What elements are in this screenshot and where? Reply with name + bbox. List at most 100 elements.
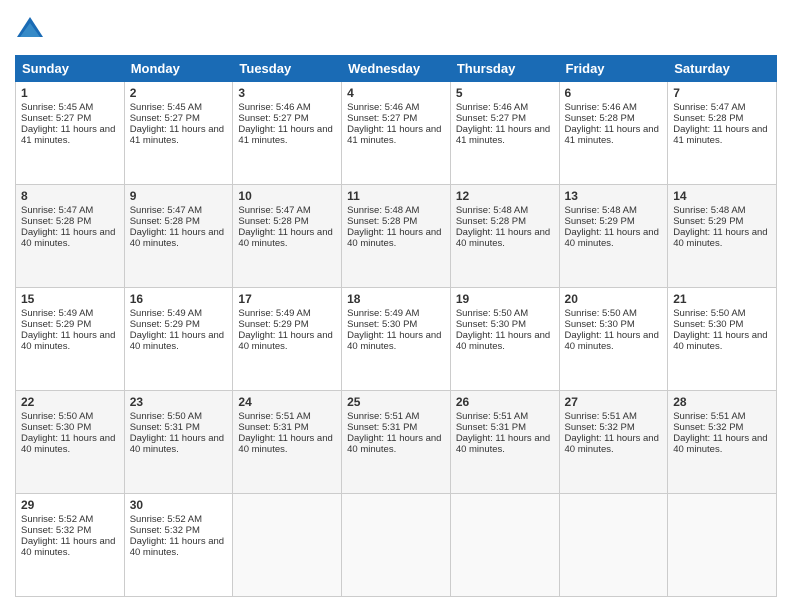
- page: SundayMondayTuesdayWednesdayThursdayFrid…: [0, 0, 792, 612]
- calendar-cell: 22 Sunrise: 5:50 AM Sunset: 5:30 PM Dayl…: [16, 391, 125, 494]
- sunset-label: Sunset: 5:32 PM: [673, 422, 743, 433]
- daylight-label: Daylight: 11 hours and 40 minutes.: [21, 433, 115, 455]
- daylight-label: Daylight: 11 hours and 41 minutes.: [456, 124, 550, 146]
- daylight-label: Daylight: 11 hours and 40 minutes.: [130, 227, 224, 249]
- sunrise-label: Sunrise: 5:45 AM: [130, 102, 202, 113]
- day-number: 10: [238, 189, 336, 203]
- weekday-header-saturday: Saturday: [668, 56, 777, 82]
- sunset-label: Sunset: 5:31 PM: [347, 422, 417, 433]
- sunset-label: Sunset: 5:28 PM: [130, 216, 200, 227]
- daylight-label: Daylight: 11 hours and 40 minutes.: [130, 536, 224, 558]
- sunrise-label: Sunrise: 5:52 AM: [130, 514, 202, 525]
- day-number: 16: [130, 292, 228, 306]
- calendar-cell: 16 Sunrise: 5:49 AM Sunset: 5:29 PM Dayl…: [124, 288, 233, 391]
- sunset-label: Sunset: 5:29 PM: [130, 319, 200, 330]
- day-number: 5: [456, 86, 554, 100]
- sunset-label: Sunset: 5:32 PM: [130, 525, 200, 536]
- calendar-cell: 8 Sunrise: 5:47 AM Sunset: 5:28 PM Dayli…: [16, 185, 125, 288]
- calendar-cell: 27 Sunrise: 5:51 AM Sunset: 5:32 PM Dayl…: [559, 391, 668, 494]
- daylight-label: Daylight: 11 hours and 40 minutes.: [456, 227, 550, 249]
- sunrise-label: Sunrise: 5:46 AM: [456, 102, 528, 113]
- sunset-label: Sunset: 5:30 PM: [21, 422, 91, 433]
- day-number: 12: [456, 189, 554, 203]
- weekday-header-friday: Friday: [559, 56, 668, 82]
- day-number: 30: [130, 498, 228, 512]
- calendar-cell: [559, 494, 668, 597]
- weekday-header-monday: Monday: [124, 56, 233, 82]
- daylight-label: Daylight: 11 hours and 40 minutes.: [456, 433, 550, 455]
- calendar-cell: 20 Sunrise: 5:50 AM Sunset: 5:30 PM Dayl…: [559, 288, 668, 391]
- sunset-label: Sunset: 5:31 PM: [238, 422, 308, 433]
- day-number: 1: [21, 86, 119, 100]
- day-number: 2: [130, 86, 228, 100]
- day-number: 20: [565, 292, 663, 306]
- day-number: 11: [347, 189, 445, 203]
- day-number: 3: [238, 86, 336, 100]
- day-number: 17: [238, 292, 336, 306]
- weekday-header-thursday: Thursday: [450, 56, 559, 82]
- sunrise-label: Sunrise: 5:46 AM: [347, 102, 419, 113]
- sunrise-label: Sunrise: 5:48 AM: [456, 205, 528, 216]
- calendar-cell: 18 Sunrise: 5:49 AM Sunset: 5:30 PM Dayl…: [342, 288, 451, 391]
- daylight-label: Daylight: 11 hours and 40 minutes.: [238, 330, 332, 352]
- day-number: 19: [456, 292, 554, 306]
- day-number: 18: [347, 292, 445, 306]
- weekday-header-tuesday: Tuesday: [233, 56, 342, 82]
- calendar-cell: 12 Sunrise: 5:48 AM Sunset: 5:28 PM Dayl…: [450, 185, 559, 288]
- daylight-label: Daylight: 11 hours and 40 minutes.: [673, 227, 767, 249]
- daylight-label: Daylight: 11 hours and 41 minutes.: [673, 124, 767, 146]
- sunset-label: Sunset: 5:27 PM: [21, 113, 91, 124]
- daylight-label: Daylight: 11 hours and 40 minutes.: [130, 330, 224, 352]
- day-number: 8: [21, 189, 119, 203]
- daylight-label: Daylight: 11 hours and 40 minutes.: [565, 330, 659, 352]
- daylight-label: Daylight: 11 hours and 40 minutes.: [347, 330, 441, 352]
- sunset-label: Sunset: 5:28 PM: [347, 216, 417, 227]
- sunrise-label: Sunrise: 5:47 AM: [21, 205, 93, 216]
- header: [15, 15, 777, 45]
- sunrise-label: Sunrise: 5:50 AM: [130, 411, 202, 422]
- day-number: 22: [21, 395, 119, 409]
- sunset-label: Sunset: 5:30 PM: [673, 319, 743, 330]
- daylight-label: Daylight: 11 hours and 40 minutes.: [565, 227, 659, 249]
- day-number: 28: [673, 395, 771, 409]
- sunrise-label: Sunrise: 5:49 AM: [130, 308, 202, 319]
- daylight-label: Daylight: 11 hours and 41 minutes.: [565, 124, 659, 146]
- day-number: 13: [565, 189, 663, 203]
- daylight-label: Daylight: 11 hours and 40 minutes.: [21, 536, 115, 558]
- weekday-header-sunday: Sunday: [16, 56, 125, 82]
- calendar-week-4: 22 Sunrise: 5:50 AM Sunset: 5:30 PM Dayl…: [16, 391, 777, 494]
- calendar-cell: 7 Sunrise: 5:47 AM Sunset: 5:28 PM Dayli…: [668, 82, 777, 185]
- calendar-cell: 24 Sunrise: 5:51 AM Sunset: 5:31 PM Dayl…: [233, 391, 342, 494]
- sunset-label: Sunset: 5:31 PM: [130, 422, 200, 433]
- calendar-cell: 14 Sunrise: 5:48 AM Sunset: 5:29 PM Dayl…: [668, 185, 777, 288]
- calendar-cell: 13 Sunrise: 5:48 AM Sunset: 5:29 PM Dayl…: [559, 185, 668, 288]
- daylight-label: Daylight: 11 hours and 40 minutes.: [347, 433, 441, 455]
- sunset-label: Sunset: 5:28 PM: [238, 216, 308, 227]
- calendar-cell: 28 Sunrise: 5:51 AM Sunset: 5:32 PM Dayl…: [668, 391, 777, 494]
- daylight-label: Daylight: 11 hours and 40 minutes.: [673, 433, 767, 455]
- calendar-cell: [668, 494, 777, 597]
- sunset-label: Sunset: 5:30 PM: [347, 319, 417, 330]
- daylight-label: Daylight: 11 hours and 41 minutes.: [130, 124, 224, 146]
- calendar-cell: 11 Sunrise: 5:48 AM Sunset: 5:28 PM Dayl…: [342, 185, 451, 288]
- weekday-header-row: SundayMondayTuesdayWednesdayThursdayFrid…: [16, 56, 777, 82]
- calendar-cell: 10 Sunrise: 5:47 AM Sunset: 5:28 PM Dayl…: [233, 185, 342, 288]
- sunset-label: Sunset: 5:28 PM: [673, 113, 743, 124]
- calendar-cell: 3 Sunrise: 5:46 AM Sunset: 5:27 PM Dayli…: [233, 82, 342, 185]
- calendar-cell: 29 Sunrise: 5:52 AM Sunset: 5:32 PM Dayl…: [16, 494, 125, 597]
- sunset-label: Sunset: 5:30 PM: [565, 319, 635, 330]
- sunset-label: Sunset: 5:28 PM: [565, 113, 635, 124]
- calendar-cell: 6 Sunrise: 5:46 AM Sunset: 5:28 PM Dayli…: [559, 82, 668, 185]
- sunrise-label: Sunrise: 5:47 AM: [673, 102, 745, 113]
- daylight-label: Daylight: 11 hours and 40 minutes.: [21, 227, 115, 249]
- daylight-label: Daylight: 11 hours and 41 minutes.: [347, 124, 441, 146]
- sunrise-label: Sunrise: 5:51 AM: [238, 411, 310, 422]
- day-number: 15: [21, 292, 119, 306]
- calendar-week-2: 8 Sunrise: 5:47 AM Sunset: 5:28 PM Dayli…: [16, 185, 777, 288]
- sunrise-label: Sunrise: 5:49 AM: [21, 308, 93, 319]
- sunrise-label: Sunrise: 5:45 AM: [21, 102, 93, 113]
- calendar-cell: [450, 494, 559, 597]
- sunset-label: Sunset: 5:29 PM: [238, 319, 308, 330]
- daylight-label: Daylight: 11 hours and 41 minutes.: [238, 124, 332, 146]
- sunrise-label: Sunrise: 5:51 AM: [673, 411, 745, 422]
